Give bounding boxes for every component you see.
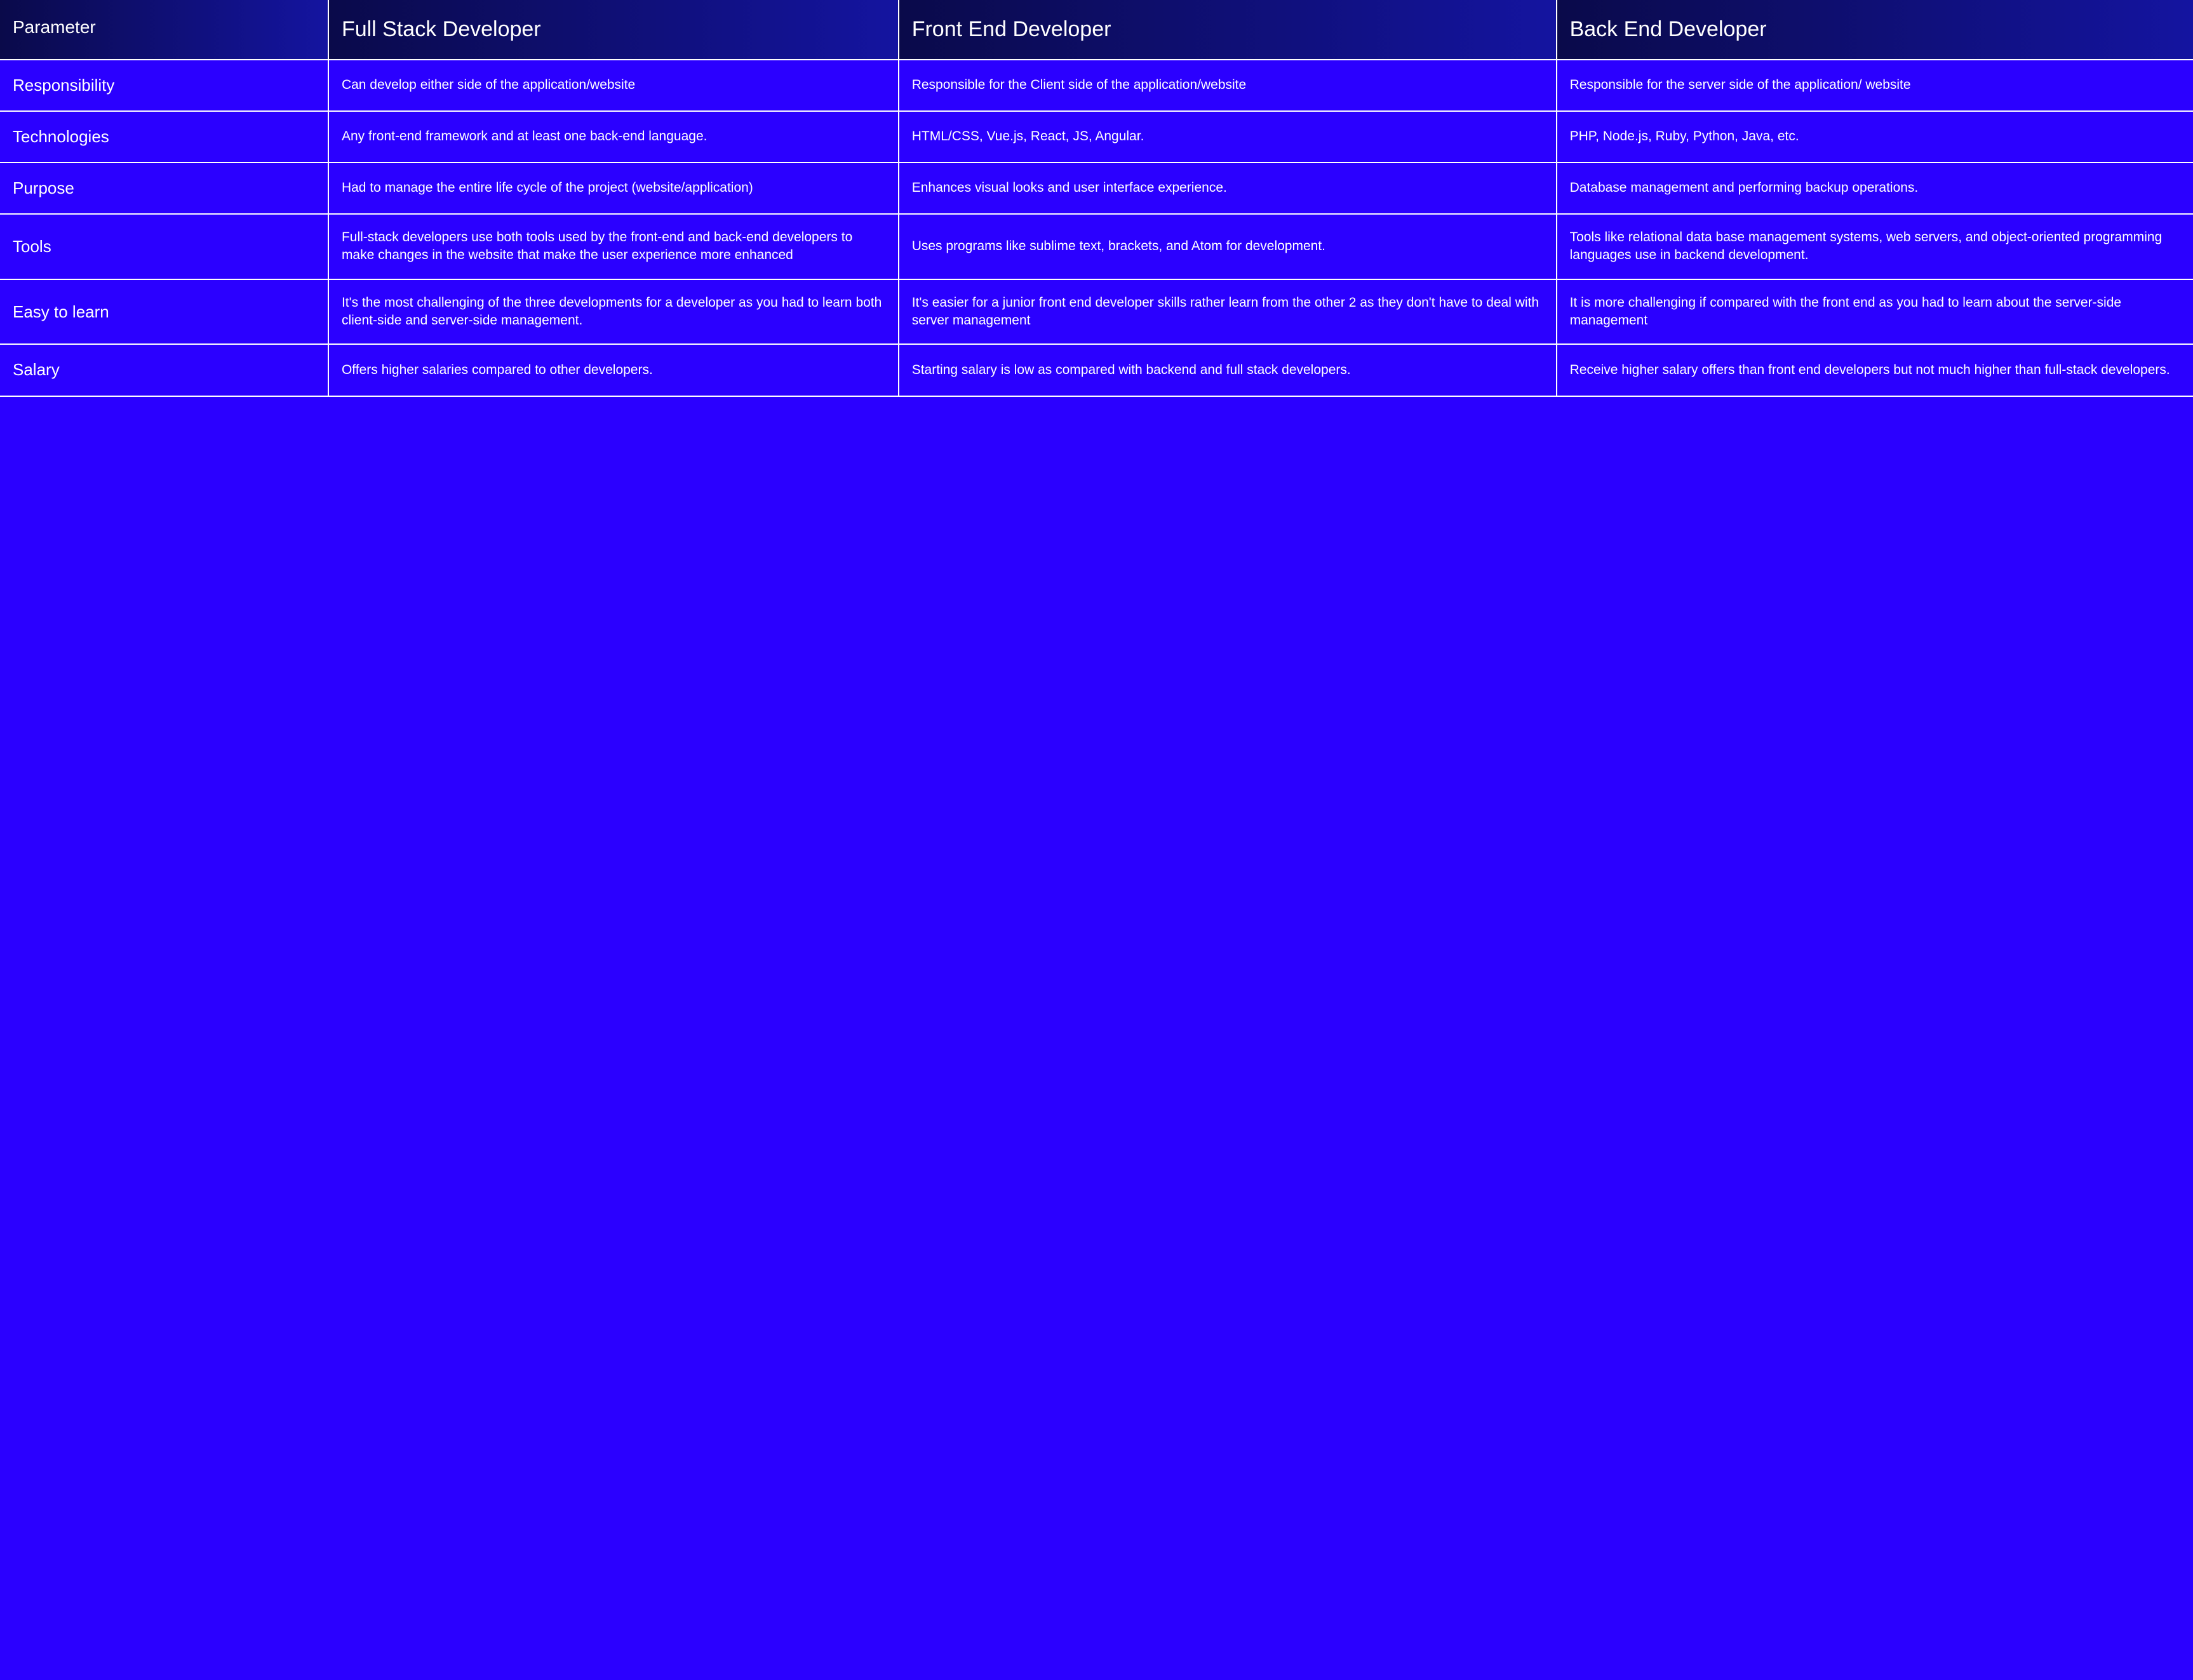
cell-salary-backend: Receive higher salary offers than front …: [1557, 345, 2193, 396]
row-label-easy-to-learn: Easy to learn: [0, 280, 329, 345]
cell-tools-backend: Tools like relational data base manageme…: [1557, 215, 2193, 280]
cell-responsibility-frontend: Responsible for the Client side of the a…: [899, 60, 1557, 112]
cell-responsibility-backend: Responsible for the server side of the a…: [1557, 60, 2193, 112]
row-label-salary: Salary: [0, 345, 329, 396]
cell-technologies-fullstack: Any front-end framework and at least one…: [329, 112, 899, 163]
row-label-responsibility: Responsibility: [0, 60, 329, 112]
cell-tools-frontend: Uses programs like sublime text, bracket…: [899, 215, 1557, 280]
cell-tools-fullstack: Full-stack developers use both tools use…: [329, 215, 899, 280]
cell-salary-frontend: Starting salary is low as compared with …: [899, 345, 1557, 396]
header-full-stack: Full Stack Developer: [329, 0, 899, 60]
cell-responsibility-fullstack: Can develop either side of the applicati…: [329, 60, 899, 112]
cell-technologies-backend: PHP, Node.js, Ruby, Python, Java, etc.: [1557, 112, 2193, 163]
cell-easy-fullstack: It's the most challenging of the three d…: [329, 280, 899, 345]
row-label-tools: Tools: [0, 215, 329, 280]
header-back-end: Back End Developer: [1557, 0, 2193, 60]
cell-purpose-backend: Database management and performing backu…: [1557, 163, 2193, 215]
cell-easy-backend: It is more challenging if compared with …: [1557, 280, 2193, 345]
cell-salary-fullstack: Offers higher salaries compared to other…: [329, 345, 899, 396]
row-label-technologies: Technologies: [0, 112, 329, 163]
header-front-end: Front End Developer: [899, 0, 1557, 60]
cell-technologies-frontend: HTML/CSS, Vue.js, React, JS, Angular.: [899, 112, 1557, 163]
comparison-table: Parameter Full Stack Developer Front End…: [0, 0, 2193, 397]
cell-purpose-frontend: Enhances visual looks and user interface…: [899, 163, 1557, 215]
header-parameter: Parameter: [0, 0, 329, 60]
cell-easy-frontend: It's easier for a junior front end devel…: [899, 280, 1557, 345]
cell-purpose-fullstack: Had to manage the entire life cycle of t…: [329, 163, 899, 215]
row-label-purpose: Purpose: [0, 163, 329, 215]
